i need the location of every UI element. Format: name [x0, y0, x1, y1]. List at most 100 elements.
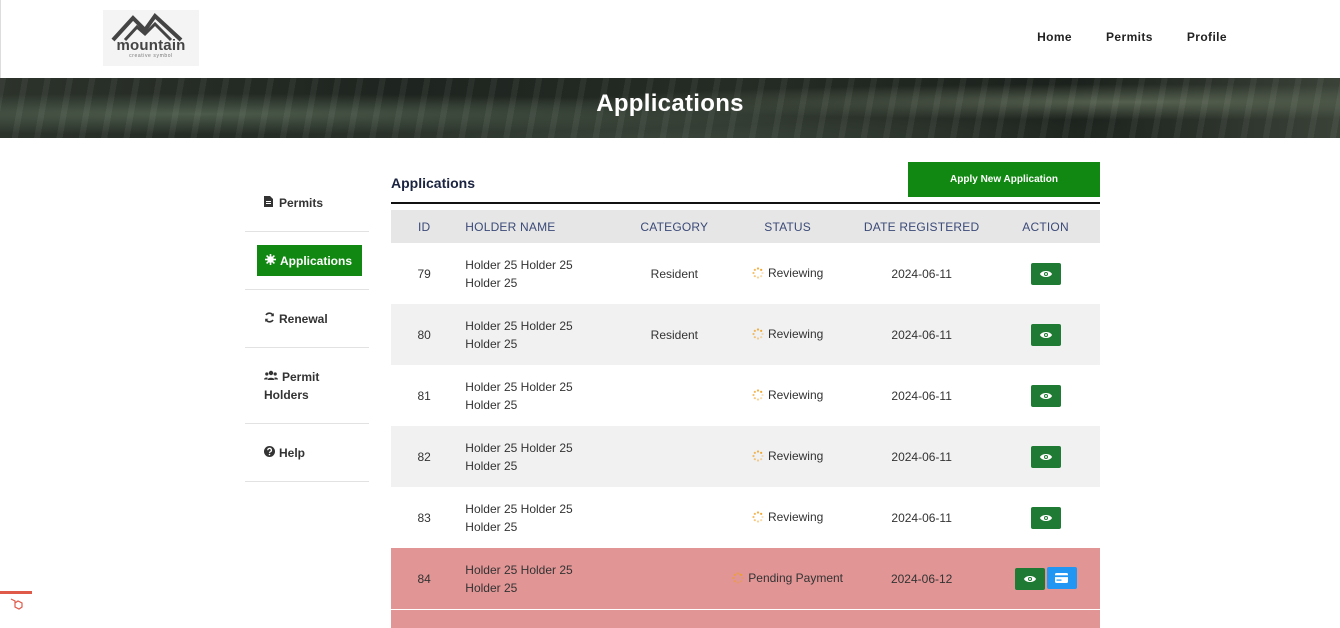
sidebar-item-label: Applications — [280, 254, 352, 268]
table-header-row: ID HOLDER NAME CATEGORY STATUS DATE REGI… — [391, 210, 1100, 243]
table-row: 83 Holder 25 Holder 25 Holder 25 Reviewing 2… — [391, 487, 1100, 548]
holder-name-line1: Holder 25 Holder 25 — [465, 502, 572, 516]
cell-status: Reviewing — [723, 304, 852, 365]
holder-name-line2: Holder 25 — [465, 337, 517, 351]
cell-id: 83 — [391, 487, 457, 548]
cell-date: 2024-06-11 — [852, 487, 991, 548]
cell-status: Reviewing — [723, 243, 852, 304]
cell-status: Reviewing — [723, 426, 852, 487]
nav-home[interactable]: Home — [1037, 30, 1072, 44]
col-holder-name[interactable]: HOLDER NAME — [457, 210, 625, 243]
nav-permits[interactable]: Permits — [1106, 30, 1153, 44]
cell-date: 2024-06-11 — [852, 243, 991, 304]
sidebar-item-applications[interactable]: Applications — [245, 232, 369, 290]
sidebar-item-renewal[interactable]: Renewal — [245, 290, 369, 348]
cell-action — [991, 304, 1100, 365]
cell-category: Resident — [626, 304, 724, 365]
cell-category — [626, 487, 724, 548]
status-text: Reviewing — [768, 449, 823, 463]
cell-action — [991, 487, 1100, 548]
cell-date: 2024-06-11 — [852, 365, 991, 426]
brand-logo[interactable]: mountain creative symbol — [103, 10, 199, 66]
col-id[interactable]: ID — [391, 210, 457, 243]
cell-holder-name: Holder 25 Holder 25Holder 25 — [457, 426, 625, 487]
col-action[interactable]: ACTION — [991, 210, 1100, 243]
spinner-icon — [752, 328, 764, 340]
col-status[interactable]: STATUS — [723, 210, 852, 243]
view-button[interactable] — [1031, 385, 1061, 407]
cell-status: Reviewing — [723, 365, 852, 426]
cell-id: 84 — [391, 548, 457, 610]
page-banner: Applications — [0, 78, 1340, 138]
cell-holder-name: Holder 25 Holder 25Holder 25 — [457, 304, 625, 365]
applications-panel: Applications Apply New Application ID HO… — [391, 162, 1100, 628]
main-nav: Home Permits Profile — [1037, 30, 1227, 44]
sidebar-item-help[interactable]: Help — [245, 424, 369, 482]
cell-id: 80 — [391, 304, 457, 365]
sidebar-item-label: Renewal — [279, 312, 328, 326]
page-title: Applications — [0, 90, 1340, 118]
cell-date: 2024-06-11 — [852, 426, 991, 487]
table-row: 84Holder 25 Holder 25Holder 25Pending Pa… — [391, 548, 1100, 610]
view-button[interactable] — [1031, 507, 1061, 529]
eye-icon — [1040, 514, 1052, 522]
holder-name-line2: Holder 25 — [465, 276, 517, 290]
file-icon — [264, 196, 275, 210]
col-date-registered[interactable]: DATE REGISTERED — [852, 210, 991, 243]
table-row-partial — [391, 610, 1100, 628]
view-button[interactable] — [1031, 446, 1061, 468]
panel-header: Applications Apply New Application — [391, 162, 1100, 204]
users-icon — [264, 370, 278, 383]
cell-action — [991, 243, 1100, 304]
partial-row-cell — [391, 610, 1100, 628]
cell-holder-name: Holder 25 Holder 25 Holder 25 — [457, 487, 625, 548]
panel-title: Applications — [391, 175, 475, 191]
holder-name-line1: Holder 25 Holder 25 — [465, 258, 572, 272]
view-button[interactable] — [1031, 263, 1061, 285]
cell-action — [991, 548, 1100, 610]
spinner-icon — [752, 267, 764, 279]
spinner-icon — [752, 389, 764, 401]
cell-category — [626, 426, 724, 487]
top-navbar: mountain creative symbol Home Permits Pr… — [0, 0, 1340, 78]
status-text: Pending Payment — [748, 571, 843, 585]
sidebar-item-label: Help — [279, 446, 305, 460]
table-row: 82Holder 25 Holder 25Holder 25Reviewing2… — [391, 426, 1100, 487]
laravel-logo-icon — [9, 597, 23, 611]
view-button[interactable] — [1031, 324, 1061, 346]
applications-table: ID HOLDER NAME CATEGORY STATUS DATE REGI… — [391, 210, 1100, 628]
holder-name-line1: Holder 25 Holder 25 — [465, 380, 572, 394]
cell-holder-name: Holder 25 Holder 25 Holder 25 — [457, 243, 625, 304]
status-text: Reviewing — [768, 510, 823, 524]
holder-name-line2: Holder 25 — [465, 520, 517, 534]
cell-category — [626, 548, 724, 610]
logo-text: mountain — [103, 39, 199, 53]
cell-category: Resident — [626, 243, 724, 304]
col-category[interactable]: CATEGORY — [626, 210, 724, 243]
sidebar-item-permits[interactable]: Permits — [245, 174, 369, 232]
refresh-icon — [264, 312, 275, 326]
cell-id: 79 — [391, 243, 457, 304]
table-row: 79 Holder 25 Holder 25 Holder 25 ResidentRe… — [391, 243, 1100, 304]
eye-icon — [1040, 392, 1052, 400]
eye-icon — [1040, 453, 1052, 461]
view-button[interactable] — [1015, 568, 1045, 590]
status-text: Reviewing — [768, 388, 823, 402]
sidebar-item-label-line2: Holders — [264, 388, 309, 402]
sidebar-item-permit-holders[interactable]: Permit Holders — [245, 348, 369, 424]
eye-icon — [1040, 270, 1052, 278]
nav-profile[interactable]: Profile — [1187, 30, 1227, 44]
pay-button[interactable] — [1047, 567, 1077, 589]
apply-new-application-button[interactable]: Apply New Application — [908, 162, 1100, 197]
cell-status: Reviewing — [723, 487, 852, 548]
cell-date: 2024-06-12 — [852, 548, 991, 610]
spinner-icon — [732, 572, 744, 584]
cell-action — [991, 365, 1100, 426]
eye-icon — [1024, 575, 1036, 583]
gear-icon — [265, 254, 276, 268]
spinner-icon — [752, 511, 764, 523]
cell-category — [626, 365, 724, 426]
table-row: 80Holder 25 Holder 25Holder 25ResidentRe… — [391, 304, 1100, 365]
framework-badge[interactable] — [0, 591, 32, 613]
sidebar-item-label: Permits — [279, 196, 323, 210]
